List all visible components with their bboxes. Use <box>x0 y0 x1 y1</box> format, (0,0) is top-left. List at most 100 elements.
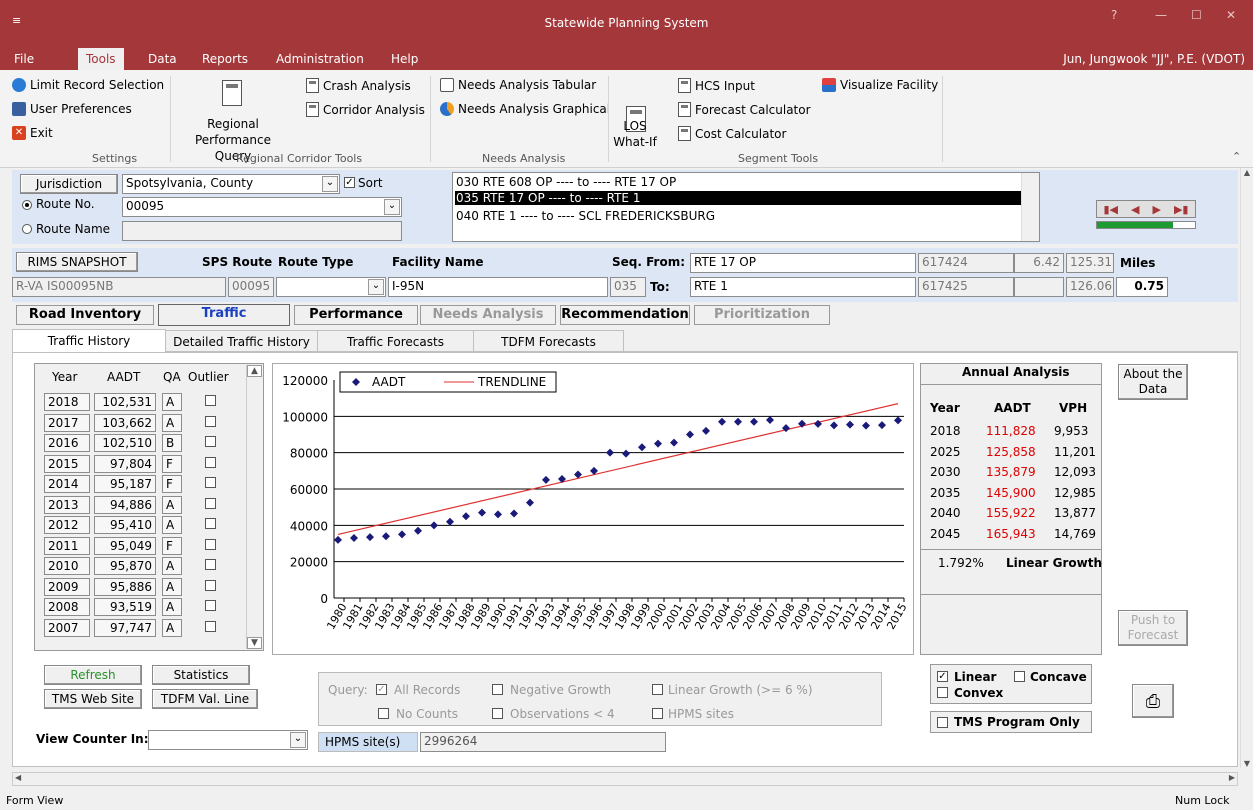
chevron-down-icon[interactable]: ⌄ <box>368 279 384 295</box>
seq-field: 035 <box>610 277 646 297</box>
limit-record-button[interactable]: Limit Record Selection <box>12 78 164 92</box>
all-records-label: All Records <box>394 683 461 697</box>
linear-checkbox[interactable]: ✓ <box>937 671 948 682</box>
tab-traffic-history[interactable]: Traffic History <box>12 329 166 353</box>
forecast-calculator-button[interactable]: Forecast Calculator <box>678 102 811 117</box>
tab-road-inventory[interactable]: Road Inventory <box>16 305 154 325</box>
tms-only-checkbox[interactable] <box>937 717 948 728</box>
outlier-checkbox[interactable] <box>205 436 216 447</box>
hcs-input-button[interactable]: HCS Input <box>678 78 755 93</box>
tab-recommendation[interactable]: Recommendation <box>560 305 690 325</box>
segment-item[interactable]: 040 RTE 1 ---- to ---- SCL FREDERICKSBUR… <box>456 209 715 223</box>
outlier-checkbox[interactable] <box>205 538 216 550</box>
menu-reports[interactable]: Reports <box>194 48 256 70</box>
tab-traffic-forecasts[interactable]: Traffic Forecasts <box>318 330 474 352</box>
history-year: 2012 <box>44 516 90 534</box>
outlier-checkbox[interactable] <box>205 620 216 632</box>
menu-help[interactable]: Help <box>383 48 426 70</box>
corridor-analysis-button[interactable]: Corridor Analysis <box>306 102 425 117</box>
needs-tabular-button[interactable]: Needs Analysis Tabular <box>440 78 596 92</box>
about-data-button[interactable]: About the Data <box>1118 364 1188 400</box>
los-what-if-button[interactable]: LOS What-If <box>610 118 660 150</box>
print-button[interactable]: ⎙ <box>1132 684 1174 718</box>
route-no-select[interactable]: 00095 <box>122 197 402 217</box>
menu-administration[interactable]: Administration <box>268 48 372 70</box>
tab-performance[interactable]: Performance <box>294 305 418 325</box>
history-aadt: 94,886 <box>94 495 156 514</box>
to-field[interactable]: RTE 1 <box>690 277 916 297</box>
push-forecast-button[interactable]: Push to Forecast <box>1118 610 1188 646</box>
growth-type: Linear Growth <box>1006 556 1103 570</box>
history-year: 2015 <box>44 454 90 473</box>
main-horizontal-scrollbar[interactable]: ◀ ▶ <box>12 772 1238 786</box>
chevron-down-icon[interactable]: ⌄ <box>290 732 306 748</box>
node-to-field: 617425 <box>918 277 1014 297</box>
tab-needs-analysis[interactable]: Needs Analysis <box>420 305 556 325</box>
next-record-icon[interactable]: ▶ <box>1152 203 1160 216</box>
outlier-checkbox[interactable] <box>205 477 216 488</box>
first-record-icon[interactable]: ▮◀ <box>1104 203 1119 216</box>
outlier-checkbox[interactable] <box>205 579 216 591</box>
maximize-icon[interactable]: ☐ <box>1191 8 1202 22</box>
outlier-checkbox[interactable] <box>205 497 216 509</box>
segment-scrollbar[interactable] <box>1021 173 1039 241</box>
no-counts-checkbox[interactable] <box>378 708 389 719</box>
concave-checkbox[interactable] <box>1014 671 1025 682</box>
hpms-sites-checkbox[interactable] <box>652 708 663 719</box>
tdfm-val-button[interactable]: TDFM Val. Line <box>152 689 258 709</box>
route-name-radio[interactable] <box>22 224 32 234</box>
menu-tools[interactable]: Tools <box>78 48 124 70</box>
tms-website-button[interactable]: TMS Web Site <box>44 689 142 709</box>
prev-record-icon[interactable]: ◀ <box>1131 203 1139 216</box>
history-scrollbar[interactable]: ▲ ▼ <box>246 365 262 649</box>
tab-tdfm-forecasts[interactable]: TDFM Forecasts <box>474 330 624 352</box>
jurisdiction-button[interactable]: Jurisdiction <box>20 174 118 194</box>
chevron-down-icon[interactable]: ⌄ <box>384 199 400 215</box>
collapse-ribbon-icon[interactable]: ⌃ <box>1232 150 1241 163</box>
cost-calculator-button[interactable]: Cost Calculator <box>678 126 786 141</box>
history-aadt: 93,519 <box>94 598 156 616</box>
exit-button[interactable]: ✕ Exit <box>12 126 53 140</box>
needs-graphical-button[interactable]: Needs Analysis Graphical <box>440 102 610 116</box>
annual-col-aadt: AADT <box>994 401 1031 415</box>
menu-file[interactable]: File <box>6 48 42 70</box>
statistics-button[interactable]: Statistics <box>152 665 250 685</box>
close-icon[interactable]: ✕ <box>1226 8 1236 22</box>
main-vertical-scrollbar[interactable]: ▲ ▼ <box>1240 168 1253 768</box>
outlier-checkbox[interactable] <box>205 456 216 468</box>
menu-data[interactable]: Data <box>140 48 185 70</box>
view-counter-select[interactable] <box>148 730 308 750</box>
linear-growth-checkbox[interactable] <box>652 684 663 695</box>
last-record-icon[interactable]: ▶▮ <box>1174 203 1189 216</box>
tab-prioritization[interactable]: Prioritization <box>694 305 830 325</box>
help-icon[interactable]: ? <box>1111 8 1117 22</box>
sort-checkbox[interactable]: ✓ <box>344 177 355 188</box>
visualize-facility-button[interactable]: Visualize Facility <box>822 78 938 92</box>
query-label: Query: <box>328 683 368 697</box>
facility-name-field[interactable]: I-95N <box>388 277 608 297</box>
jurisdiction-select[interactable]: Spotsylvania, County <box>122 174 340 194</box>
segment-item-selected[interactable]: 035 RTE 17 OP ---- to ---- RTE 1 <box>455 191 1021 205</box>
route-name-select[interactable] <box>122 221 402 241</box>
negative-growth-checkbox[interactable] <box>492 684 503 695</box>
rims-snapshot-button[interactable]: RIMS SNAPSHOT <box>16 252 138 272</box>
outlier-checkbox[interactable] <box>205 559 216 570</box>
segment-item[interactable]: 030 RTE 608 OP ---- to ---- RTE 17 OP <box>456 175 676 189</box>
observations-checkbox[interactable] <box>492 708 503 719</box>
outlier-checkbox[interactable] <box>205 600 216 611</box>
minimize-icon[interactable]: — <box>1155 8 1167 22</box>
user-preferences-button[interactable]: User Preferences <box>12 102 132 116</box>
refresh-button[interactable]: Refresh <box>44 665 142 685</box>
all-records-checkbox[interactable]: ✓ <box>376 684 387 695</box>
outlier-checkbox[interactable] <box>205 415 216 427</box>
crash-analysis-button[interactable]: Crash Analysis <box>306 78 411 93</box>
exit-icon: ✕ <box>12 126 26 140</box>
tab-traffic[interactable]: Traffic <box>158 304 290 326</box>
route-no-radio[interactable] <box>22 200 32 210</box>
outlier-checkbox[interactable] <box>205 518 216 529</box>
from-field[interactable]: RTE 17 OP <box>690 253 916 273</box>
chevron-down-icon[interactable]: ⌄ <box>322 176 338 192</box>
outlier-checkbox[interactable] <box>205 395 216 406</box>
tab-detailed-history[interactable]: Detailed Traffic History <box>166 330 318 352</box>
convex-checkbox[interactable] <box>937 687 948 698</box>
